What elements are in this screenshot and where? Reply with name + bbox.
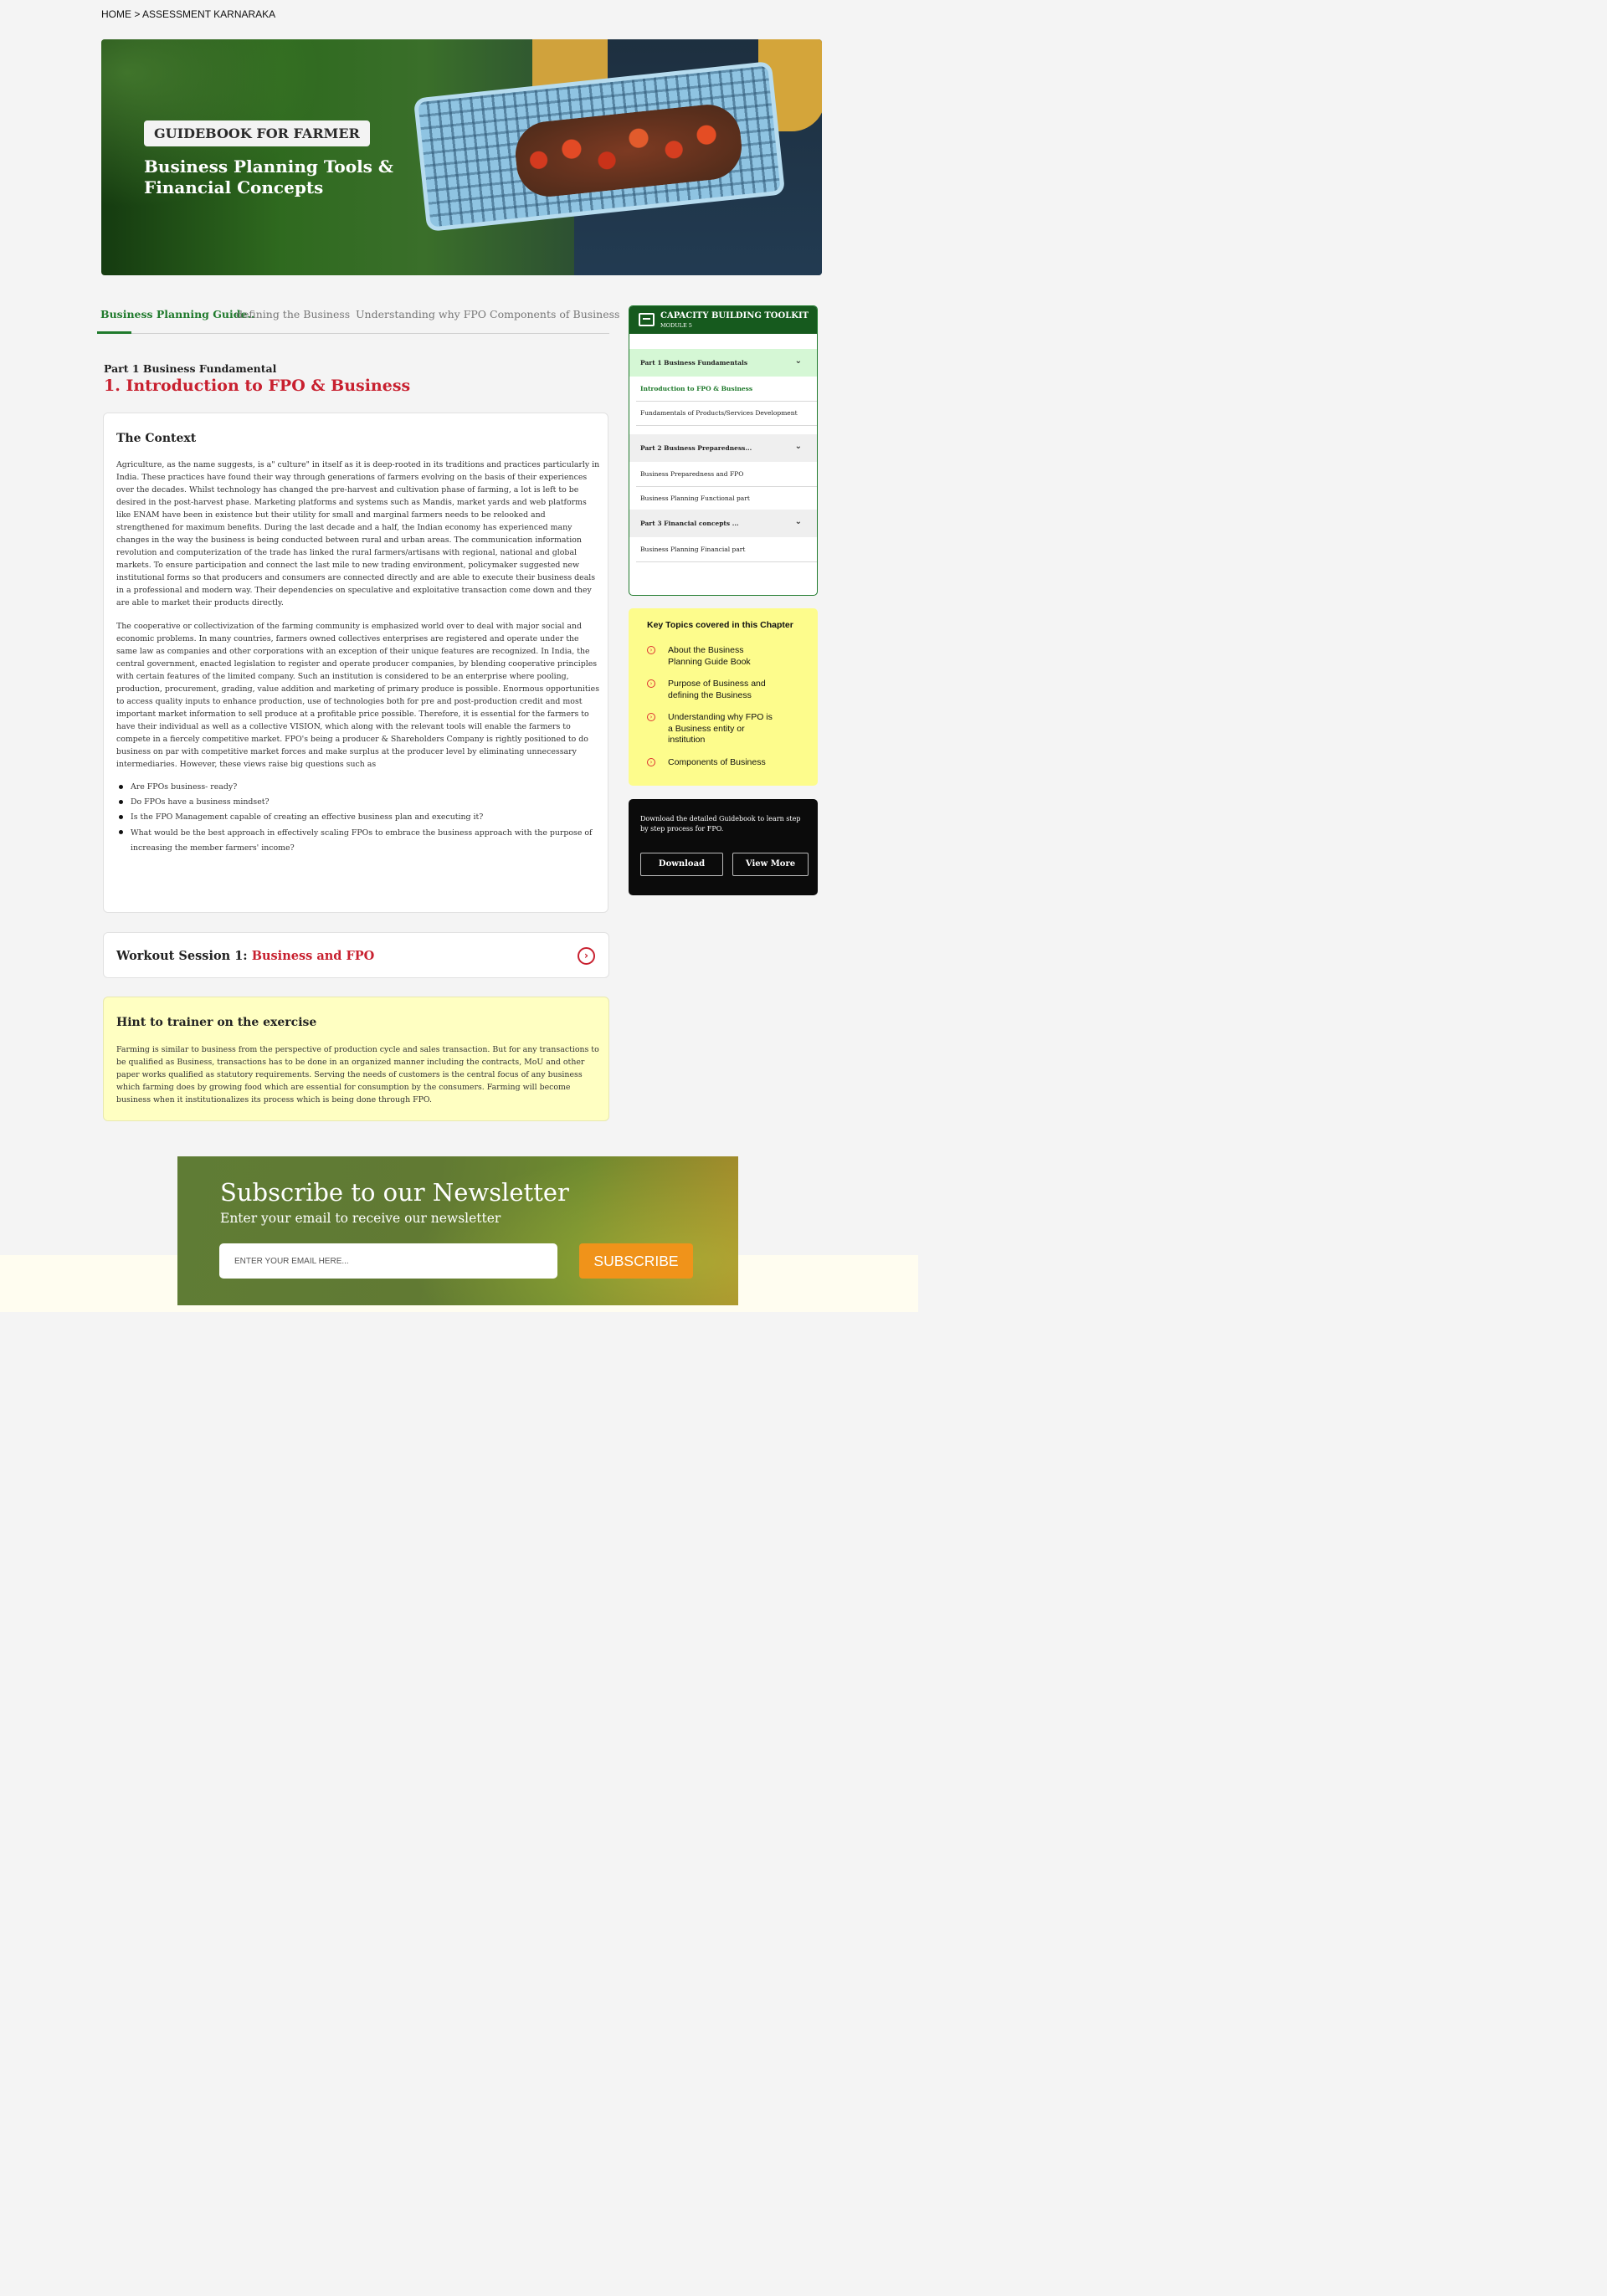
hero-banner: GUIDEBOOK FOR FARMER Business Planning T… xyxy=(101,39,822,275)
list-item: What would be the best approach in effec… xyxy=(116,826,600,856)
toolkit-item-fundamentals[interactable]: Fundamentals of Products/Services Develo… xyxy=(636,401,817,426)
tab-business-planning-guide[interactable]: Business Planning Guide.. xyxy=(100,308,254,320)
download-button[interactable]: Download xyxy=(640,853,723,876)
newsletter-subtitle: Enter your email to receive our newslett… xyxy=(220,1211,501,1226)
toolkit-header: CAPACITY BUILDING TOOLKIT MODULE 5 xyxy=(629,306,817,334)
workout-title: Workout Session 1: Business and FPO xyxy=(116,949,374,963)
tab-components-business[interactable]: Components of Business xyxy=(490,308,619,320)
list-item: Is the FPO Management capable of creatin… xyxy=(116,811,600,823)
workout-session-card[interactable]: Workout Session 1: Business and FPO › xyxy=(103,932,609,978)
view-more-button[interactable]: View More xyxy=(732,853,809,876)
presentation-board-icon xyxy=(639,313,655,326)
newsletter-email-input[interactable] xyxy=(219,1243,557,1279)
question-list: Are FPOs business- ready? Do FPOs have a… xyxy=(116,781,600,858)
chevron-right-circle-icon: › xyxy=(647,646,655,654)
context-paragraph-1: Agriculture, as the name suggests, is a"… xyxy=(116,460,600,607)
toolkit-item-preparedness[interactable]: Business Preparedness and FPO xyxy=(636,462,817,487)
toolkit-module: MODULE 5 xyxy=(660,322,692,329)
subscribe-button[interactable]: SUBSCRIBE xyxy=(579,1243,693,1279)
toolkit-item-functional[interactable]: Business Planning Functional part xyxy=(636,486,817,511)
chapter-title: 1. Introduction to FPO & Business xyxy=(104,377,411,395)
list-item: Do FPOs have a business mindset? xyxy=(116,796,600,808)
toolkit-item-intro-fpo[interactable]: Introduction to FPO & Business xyxy=(636,377,817,402)
toolkit-sidebar: CAPACITY BUILDING TOOLKIT MODULE 5 Part … xyxy=(629,305,818,596)
breadcrumb[interactable]: HOME > ASSESSMENT KARNARAKA xyxy=(101,8,275,20)
list-item: Are FPOs business- ready? xyxy=(116,781,600,793)
context-heading: The Context xyxy=(116,432,197,445)
newsletter-banner: Subscribe to our Newsletter Enter your e… xyxy=(177,1156,738,1305)
toolkit-item-financial[interactable]: Business Planning Financial part xyxy=(636,537,817,562)
chevron-right-circle-icon: › xyxy=(647,679,655,688)
tab-defining-business[interactable]: defining the Business xyxy=(236,308,350,320)
workout-prefix: Workout Session 1: xyxy=(116,949,248,963)
chevron-down-icon: ⌄ xyxy=(794,442,802,451)
hint-heading: Hint to trainer on the exercise xyxy=(116,1016,317,1029)
part-label: Part 1 Business Fundamental xyxy=(104,362,277,375)
toolkit-part-2[interactable]: Part 2 Business Preparedness... ⌄ xyxy=(629,434,817,462)
workout-name: Business and FPO xyxy=(251,949,375,963)
newsletter-title: Subscribe to our Newsletter xyxy=(220,1178,569,1207)
chevron-right-circle-icon: › xyxy=(647,758,655,766)
chapter-tabs: Business Planning Guide.. defining the B… xyxy=(97,301,619,334)
toolkit-part-label: Part 2 Business Preparedness... xyxy=(640,444,752,452)
download-card: Download the detailed Guidebook to learn… xyxy=(629,799,818,895)
key-topics-heading: Key Topics covered in this Chapter xyxy=(647,620,793,630)
chevron-right-circle-icon[interactable]: › xyxy=(578,947,595,965)
toolkit-part-1[interactable]: Part 1 Business Fundamentals ⌄ xyxy=(629,349,817,377)
chevron-down-icon: ⌄ xyxy=(794,356,802,366)
hint-body: Farming is similar to business from the … xyxy=(116,1045,599,1104)
context-paragraph-2: The cooperative or collectivization of t… xyxy=(116,622,600,769)
chevron-down-icon: ⌄ xyxy=(794,517,802,526)
toolkit-part-3[interactable]: Part 3 Financial concepts ... ⌄ xyxy=(629,510,817,537)
toolkit-part-label: Part 3 Financial concepts ... xyxy=(640,520,739,527)
hero-badge: GUIDEBOOK FOR FARMER xyxy=(144,120,370,146)
toolkit-part-label: Part 1 Business Fundamentals xyxy=(640,359,748,366)
key-topics-card: Key Topics covered in this Chapter › Abo… xyxy=(629,608,818,786)
toolkit-title: CAPACITY BUILDING TOOLKIT xyxy=(660,311,809,320)
chevron-right-circle-icon: › xyxy=(647,713,655,721)
trainer-hint-card: Hint to trainer on the exercise Farming … xyxy=(103,997,609,1121)
tab-understanding-fpo[interactable]: Understanding why FPO xyxy=(356,308,486,320)
active-tab-indicator xyxy=(97,331,131,334)
download-description: Download the detailed Guidebook to learn… xyxy=(640,815,801,833)
hero-subtitle: Business Planning Tools & Financial Conc… xyxy=(144,156,393,197)
context-card: The Context Agriculture, as the name sug… xyxy=(103,413,608,913)
